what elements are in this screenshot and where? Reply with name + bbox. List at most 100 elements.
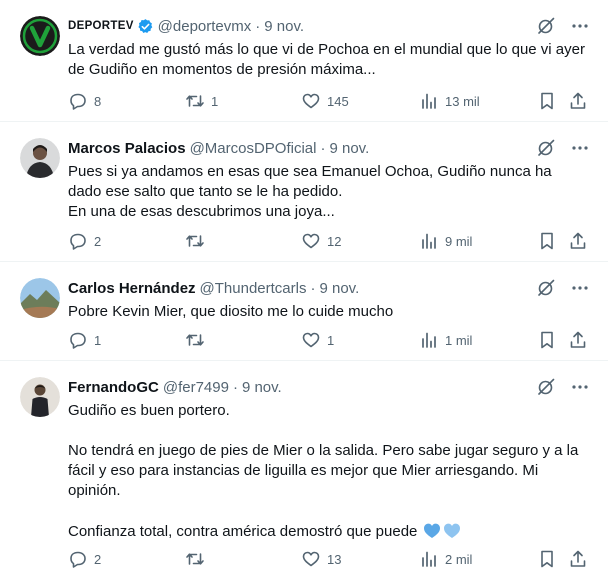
tweet-top-icons xyxy=(536,278,590,298)
post-date[interactable]: 9 nov. xyxy=(329,140,369,157)
tweet-actions: 8 1 145 13 mil xyxy=(68,91,592,111)
like-button[interactable]: 1 xyxy=(301,330,334,350)
bookmark-button[interactable] xyxy=(537,549,557,569)
more-icon[interactable] xyxy=(570,278,590,298)
tweet-top-icons xyxy=(536,138,590,158)
like-icon xyxy=(302,551,320,567)
grok-icon[interactable] xyxy=(536,377,556,397)
user-handle[interactable]: @Thundertcarls xyxy=(200,280,307,297)
more-icon[interactable] xyxy=(570,138,590,158)
user-handle[interactable]: @fer7499 xyxy=(163,379,229,396)
bookmark-icon xyxy=(541,92,553,110)
share-icon xyxy=(570,232,586,249)
post-date[interactable]: 9 nov. xyxy=(264,18,304,35)
like-button[interactable]: 13 xyxy=(301,549,341,569)
post-date[interactable]: 9 nov. xyxy=(242,379,282,396)
like-button[interactable]: 145 xyxy=(301,91,349,111)
tweet-text-line-with-emoji: Confianza total, contra américa demostró… xyxy=(68,521,588,542)
reply-button[interactable]: 2 xyxy=(68,549,101,569)
tweet-text-line: En una de esas descubrimos una joya... xyxy=(68,203,335,220)
user-handle[interactable]: @deportevmx xyxy=(158,18,252,35)
views-count: 13 mil xyxy=(445,93,480,109)
like-icon xyxy=(302,233,320,249)
verified-badge-icon xyxy=(137,18,154,35)
share-button[interactable] xyxy=(568,330,588,350)
tweet-text-line: Confianza total, contra américa demostró… xyxy=(68,523,418,540)
grok-icon[interactable] xyxy=(536,138,556,158)
reply-button[interactable]: 2 xyxy=(68,231,101,251)
post-date[interactable]: 9 nov. xyxy=(319,280,359,297)
reply-count: 8 xyxy=(94,93,102,109)
display-name[interactable]: FernandoGC xyxy=(68,379,159,396)
views-count: 9 mil xyxy=(445,233,473,249)
tweet-header: Marcos Palacios @MarcosDPOficial · 9 nov… xyxy=(68,138,369,158)
more-icon[interactable] xyxy=(570,16,590,36)
bookmark-button[interactable] xyxy=(537,231,557,251)
profile-photo-icon xyxy=(20,138,60,178)
tweet-text-line: Pobre Kevin Mier, que diosito me lo cuid… xyxy=(68,303,394,320)
retweet-button[interactable] xyxy=(185,330,211,350)
like-icon xyxy=(302,93,320,109)
avatar[interactable] xyxy=(20,377,60,417)
tweet-text-line: No tendrá en juego de pies de Mier o la … xyxy=(68,442,579,499)
display-name[interactable]: DEPORTEV xyxy=(68,20,134,32)
separator-dot: · xyxy=(320,139,326,157)
bookmark-icon xyxy=(541,331,553,349)
grok-icon[interactable] xyxy=(536,278,556,298)
display-name[interactable]: Carlos Hernández xyxy=(68,280,196,297)
reply-feed: DEPORTEV @deportevmx · 9 nov. La verdad … xyxy=(0,0,608,584)
tweet-deportev[interactable]: DEPORTEV @deportevmx · 9 nov. La verdad … xyxy=(0,0,608,122)
bookmark-button[interactable] xyxy=(537,330,557,350)
retweet-button[interactable] xyxy=(185,231,211,251)
share-button[interactable] xyxy=(568,231,588,251)
reply-button[interactable]: 8 xyxy=(68,91,101,111)
views-count: 1 mil xyxy=(445,332,473,348)
views-icon xyxy=(422,233,436,249)
views-button[interactable]: 2 mil xyxy=(419,549,472,569)
like-button[interactable]: 12 xyxy=(301,231,341,251)
retweet-icon xyxy=(186,334,204,346)
views-button[interactable]: 13 mil xyxy=(419,91,480,111)
bookmark-icon xyxy=(541,550,553,568)
tweet-text-line xyxy=(68,501,588,521)
share-button[interactable] xyxy=(568,549,588,569)
more-icon[interactable] xyxy=(570,377,590,397)
tweet-marcos-palacios[interactable]: Marcos Palacios @MarcosDPOficial · 9 nov… xyxy=(0,122,608,262)
bookmark-button[interactable] xyxy=(537,91,557,111)
tweet-text: La verdad me gustó más lo que vi de Poch… xyxy=(68,40,588,80)
tweet-text-line xyxy=(68,421,588,441)
tweet-text-line: La verdad me gustó más lo que vi de Poch… xyxy=(68,41,585,78)
views-count: 2 mil xyxy=(445,551,473,567)
views-button[interactable]: 9 mil xyxy=(419,231,472,251)
retweet-button[interactable] xyxy=(185,549,211,569)
reply-button[interactable]: 1 xyxy=(68,330,101,350)
retweet-icon xyxy=(186,553,204,565)
share-button[interactable] xyxy=(568,91,588,111)
reply-icon xyxy=(70,233,86,250)
views-icon xyxy=(422,332,436,348)
user-handle[interactable]: @MarcosDPOficial xyxy=(190,140,317,157)
like-count: 145 xyxy=(327,93,349,109)
views-button[interactable]: 1 mil xyxy=(419,330,472,350)
grok-icon[interactable] xyxy=(536,16,556,36)
reply-icon xyxy=(70,93,86,110)
retweet-icon xyxy=(186,235,204,247)
tweet-fernandogc[interactable]: FernandoGC @fer7499 · 9 nov. Gudiño es b… xyxy=(0,361,608,584)
avatar[interactable] xyxy=(20,138,60,178)
tweet-actions: 2 13 2 mil xyxy=(68,549,592,569)
separator-dot: · xyxy=(232,378,238,396)
separator-dot: · xyxy=(255,17,261,35)
retweet-button[interactable]: 1 xyxy=(185,91,218,111)
tweet-top-icons xyxy=(536,16,590,36)
light-blue-heart-emoji xyxy=(423,521,461,539)
tweet-text-line: Gudiño es buen portero. xyxy=(68,402,230,419)
views-icon xyxy=(422,93,436,109)
avatar[interactable] xyxy=(20,278,60,318)
display-name[interactable]: Marcos Palacios xyxy=(68,140,186,157)
profile-photo-icon xyxy=(20,377,60,417)
tweet-carlos-hernandez[interactable]: Carlos Hernández @Thundertcarls · 9 nov.… xyxy=(0,262,608,361)
tweet-header: DEPORTEV @deportevmx · 9 nov. xyxy=(68,16,304,36)
views-icon xyxy=(422,551,436,567)
avatar[interactable] xyxy=(20,16,60,56)
tweet-actions: 2 12 9 mil xyxy=(68,231,592,251)
